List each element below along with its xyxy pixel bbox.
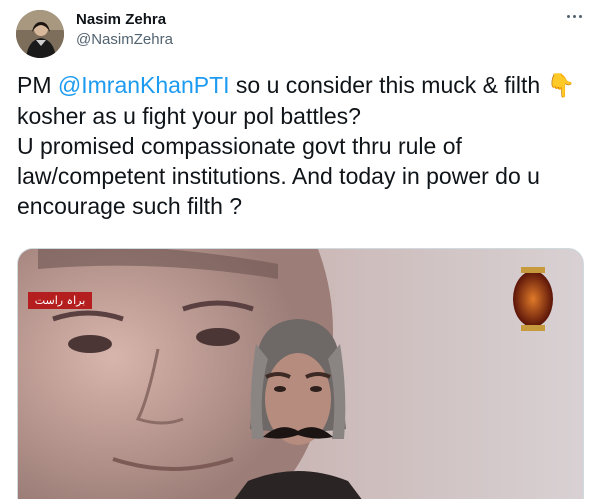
mention-link[interactable]: @ImranKhanPTI <box>58 72 230 98</box>
tweet-line-2: kosher as u fight your pol battles? <box>17 103 361 129</box>
channel-logo: براہ راست <box>28 292 92 309</box>
more-dots-icon <box>566 14 570 18</box>
tweet-line-4: law/competent institutions. And today in… <box>17 163 540 189</box>
avatar[interactable] <box>16 10 64 58</box>
author-name[interactable]: Nasim Zehra <box>76 11 166 28</box>
video-thumbnail[interactable]: براہ راست <box>17 248 584 499</box>
tweet: Nasim Zehra @NasimZehra PM @ImranKhanPTI… <box>0 0 598 499</box>
author-handle[interactable]: @NasimZehra <box>76 31 173 48</box>
tweet-line-1: PM @ImranKhanPTI so u consider this muck… <box>17 70 587 101</box>
tweet-line-5: encourage such filth ? <box>17 193 243 219</box>
tweet-line-1-rest: so u consider this muck & filth <box>229 72 547 98</box>
tweet-prefix: PM <box>17 72 58 98</box>
tweet-text: PM @ImranKhanPTI so u consider this muck… <box>17 70 587 221</box>
pointing-down-emoji: 👇 <box>546 73 576 99</box>
avatar-image <box>16 10 64 58</box>
more-options-button[interactable] <box>561 6 587 26</box>
video-frame <box>18 249 583 499</box>
tweet-line-3: U promised compassionate govt thru rule … <box>17 133 462 159</box>
